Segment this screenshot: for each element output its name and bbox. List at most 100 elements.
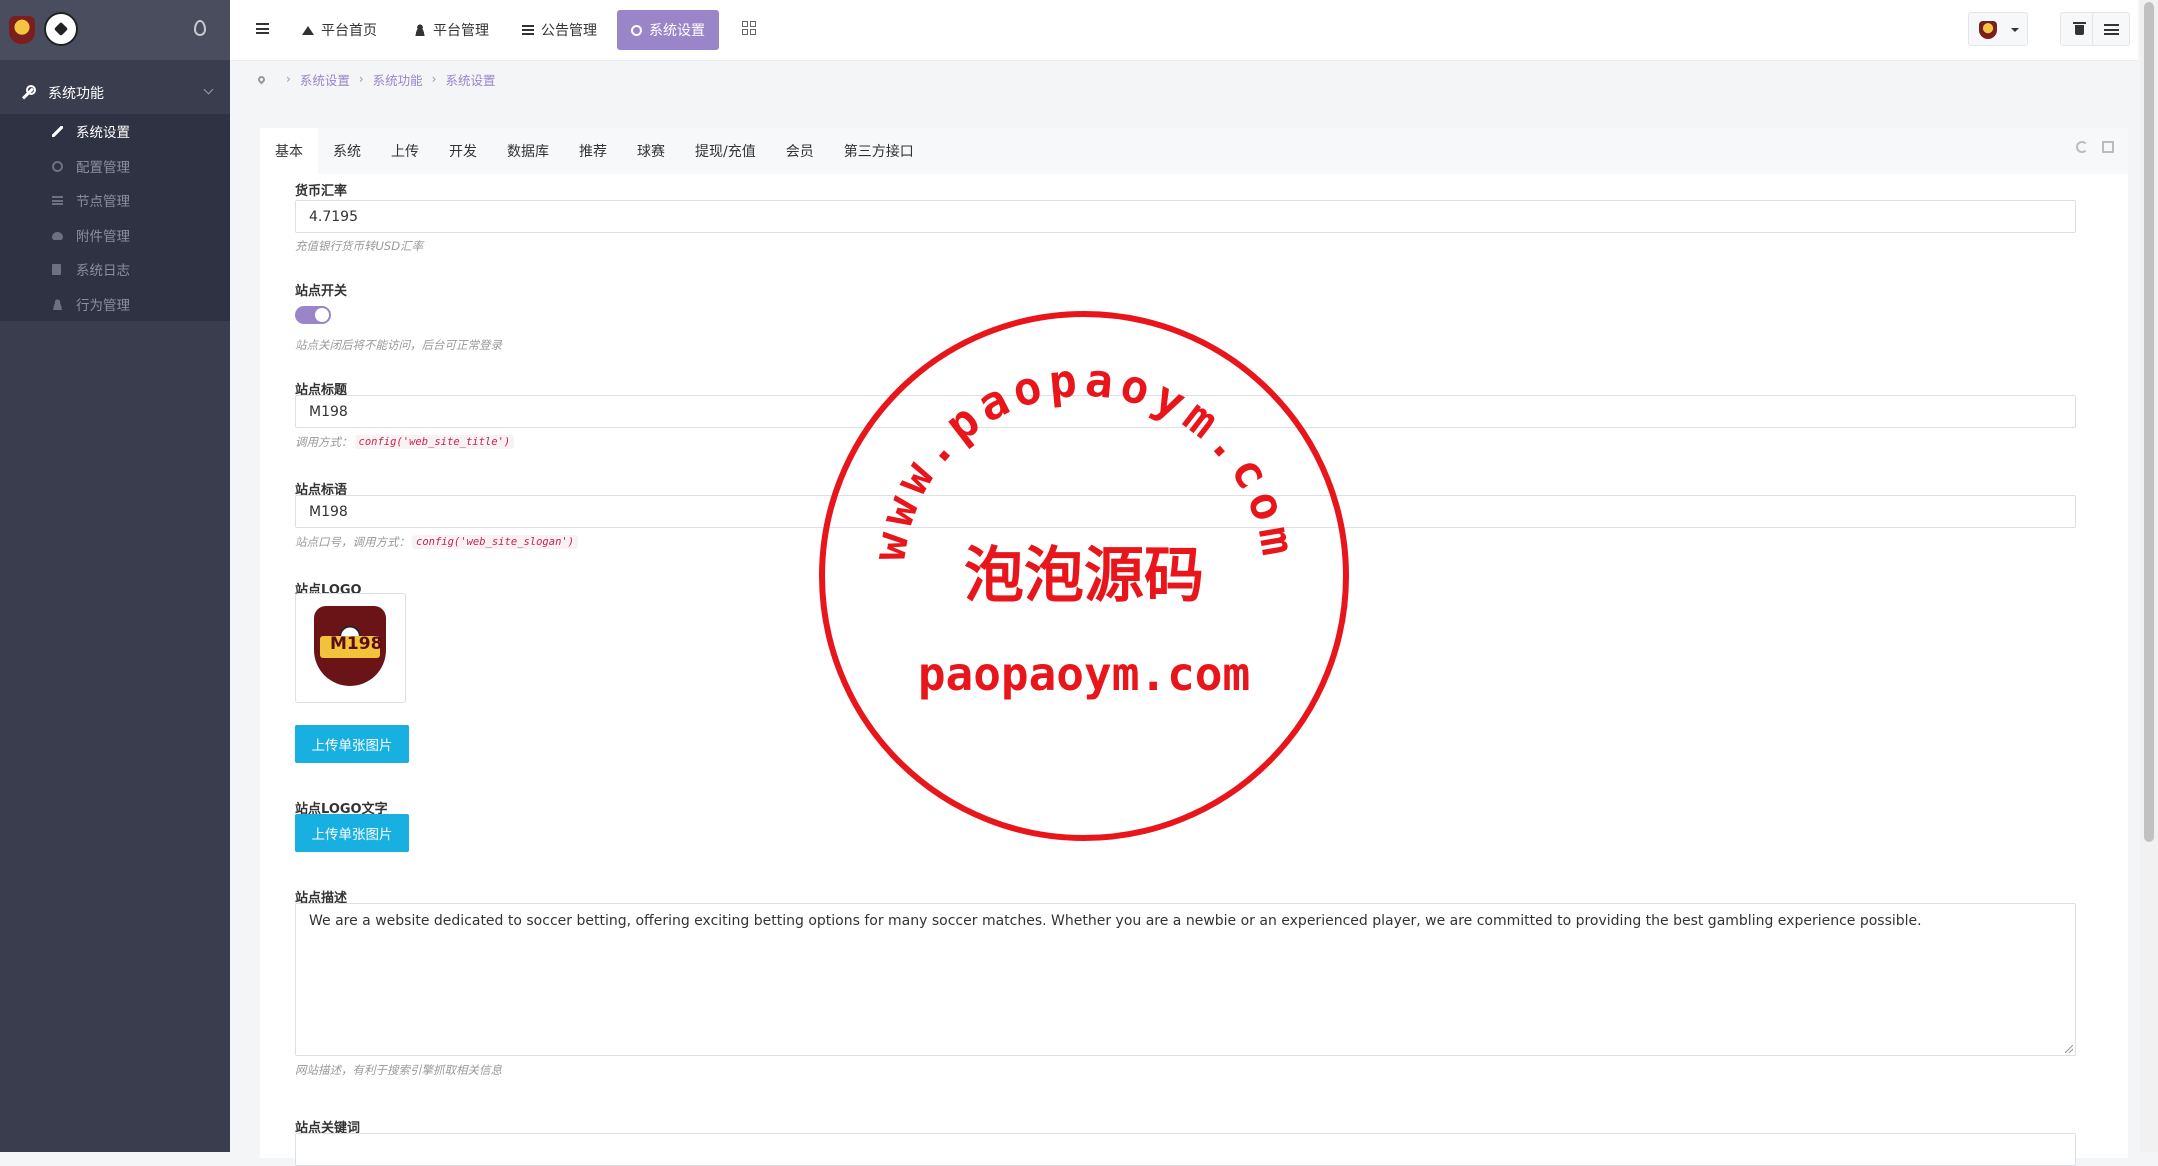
sidebar-item-nodes[interactable]: 节点管理 bbox=[0, 183, 230, 218]
tab-database[interactable]: 数据库 bbox=[492, 128, 564, 174]
user-avatar-dropdown[interactable] bbox=[1968, 12, 2028, 46]
help-code: config('web_site_slogan') bbox=[412, 535, 579, 549]
theme-drop-icon[interactable] bbox=[194, 20, 206, 36]
user-icon bbox=[414, 24, 426, 36]
refresh-icon[interactable] bbox=[2076, 141, 2088, 153]
m198-logo-icon: M198 bbox=[314, 606, 386, 686]
soccer-ball-logo-icon[interactable] bbox=[44, 12, 78, 46]
avatar bbox=[1979, 21, 1997, 39]
logo-preview[interactable]: M198 bbox=[295, 593, 406, 703]
home-icon bbox=[302, 25, 314, 35]
site-slogan-input[interactable]: M198 bbox=[295, 495, 2076, 528]
crest-logo-icon[interactable] bbox=[9, 16, 35, 44]
menu-toggle-icon[interactable] bbox=[256, 23, 269, 34]
sidebar-item-logs[interactable]: 系统日志 bbox=[0, 252, 230, 287]
nav-home[interactable]: 平台首页 bbox=[302, 10, 377, 50]
panel-tools bbox=[2076, 141, 2114, 153]
field-help: 调用方式： config('web_site_title') bbox=[295, 434, 515, 450]
page-scrollbar[interactable] bbox=[2140, 0, 2158, 1152]
site-description-textarea[interactable]: We are a website dedicated to soccer bet… bbox=[295, 903, 2076, 1056]
sidebar-submenu: 系统设置 配置管理 节点管理 附件管理 系统日志 行为管理 bbox=[0, 114, 230, 321]
tab-third-party-api[interactable]: 第三方接口 bbox=[829, 128, 929, 174]
sidebar-item-behavior[interactable]: 行为管理 bbox=[0, 287, 230, 322]
nav-label: 公告管理 bbox=[541, 23, 597, 39]
field-currency-rate: 货币汇率 4.7195 充值银行货币转USD汇率 bbox=[295, 180, 2078, 253]
field-site-logo-text: 站点LOGO文字 上传单张图片 bbox=[295, 798, 2078, 852]
sidebar-item-label: 行为管理 bbox=[76, 297, 130, 314]
sidebar: 系统功能 系统设置 配置管理 节点管理 附件管理 系统日志 行为管理 bbox=[0, 0, 230, 1152]
tab-members[interactable]: 会员 bbox=[771, 128, 829, 174]
sidebar-item-attachments[interactable]: 附件管理 bbox=[0, 218, 230, 253]
gear-icon bbox=[631, 24, 642, 36]
fullscreen-icon[interactable] bbox=[2102, 141, 2114, 153]
breadcrumb: › 系统设置 › 系统功能 › 系统设置 bbox=[256, 70, 495, 89]
site-keywords-input[interactable] bbox=[295, 1133, 2076, 1166]
breadcrumb-separator: › bbox=[431, 72, 437, 86]
tab-develop[interactable]: 开发 bbox=[434, 128, 492, 174]
field-site-logo: 站点LOGO M198 上传单张图片 bbox=[295, 579, 2078, 763]
field-site-switch: 站点开关 站点关闭后将不能访问，后台可正常登录 bbox=[295, 280, 2078, 352]
user-icon bbox=[52, 298, 63, 310]
field-site-description: 站点描述 We are a website dedicated to socce… bbox=[295, 887, 2078, 1077]
currency-rate-input[interactable]: 4.7195 bbox=[295, 200, 2076, 233]
sidebar-group-system[interactable]: 系统功能 bbox=[0, 72, 230, 114]
site-switch-toggle[interactable] bbox=[295, 306, 331, 324]
grid-apps-icon[interactable] bbox=[742, 21, 756, 35]
upload-logo-text-button[interactable]: 上传单张图片 bbox=[295, 814, 409, 852]
help-prefix: 调用方式： bbox=[295, 435, 353, 449]
resize-handle-icon[interactable] bbox=[2065, 1045, 2073, 1053]
field-site-title: 站点标题 M198 调用方式： config('web_site_title') bbox=[295, 379, 2078, 449]
wrench-icon bbox=[20, 85, 36, 100]
top-bar: 平台首页 平台管理 公告管理 系统设置 bbox=[230, 0, 2138, 61]
map-pin-icon bbox=[256, 74, 267, 84]
sidebar-item-label: 配置管理 bbox=[76, 159, 130, 176]
gears-icon bbox=[52, 160, 63, 172]
sidebar-item-label: 节点管理 bbox=[76, 194, 130, 211]
nav-system-settings[interactable]: 系统设置 bbox=[617, 10, 719, 50]
site-title-input[interactable]: M198 bbox=[295, 395, 2076, 428]
book-icon bbox=[52, 264, 61, 275]
field-label: 站点LOGO文字 bbox=[295, 802, 388, 817]
caret-down-icon bbox=[2011, 28, 2019, 32]
wrench-icon bbox=[52, 126, 63, 137]
list-icon bbox=[52, 196, 63, 205]
breadcrumb-separator: › bbox=[358, 72, 364, 86]
breadcrumb-link-system-functions[interactable]: 系统功能 bbox=[373, 70, 423, 89]
tab-basic[interactable]: 基本 bbox=[260, 128, 318, 174]
sidebar-item-system-settings[interactable]: 系统设置 bbox=[0, 114, 230, 149]
breadcrumb-current[interactable]: 系统设置 bbox=[445, 70, 495, 89]
upload-logo-button[interactable]: 上传单张图片 bbox=[295, 725, 409, 763]
field-site-keywords: 站点关键词 bbox=[295, 1117, 2078, 1166]
tab-withdraw-recharge[interactable]: 提现/充值 bbox=[680, 128, 771, 174]
help-prefix: 站点口号，调用方式： bbox=[295, 535, 410, 549]
side-panel-button[interactable] bbox=[2092, 12, 2130, 46]
breadcrumb-separator: › bbox=[286, 72, 291, 86]
settings-tabs: 基本 系统 上传 开发 数据库 推荐 球赛 提现/充值 会员 第三方接口 bbox=[260, 128, 2128, 174]
tab-upload[interactable]: 上传 bbox=[376, 128, 434, 174]
help-code: config('web_site_title') bbox=[354, 435, 515, 449]
nav-label: 平台管理 bbox=[433, 23, 489, 39]
nav-label: 平台首页 bbox=[321, 23, 377, 39]
cloud-icon bbox=[52, 231, 63, 240]
tab-system[interactable]: 系统 bbox=[318, 128, 376, 174]
breadcrumb-link-system-settings[interactable]: 系统设置 bbox=[300, 70, 350, 89]
nav-label: 系统设置 bbox=[649, 23, 705, 39]
sidebar-item-config[interactable]: 配置管理 bbox=[0, 149, 230, 184]
field-site-slogan: 站点标语 M198 站点口号，调用方式： config('web_site_sl… bbox=[295, 479, 2078, 549]
tab-recommend[interactable]: 推荐 bbox=[564, 128, 622, 174]
logo-lettering: M198 bbox=[330, 634, 383, 654]
nav-platform-manage[interactable]: 平台管理 bbox=[414, 10, 489, 50]
field-label: 货币汇率 bbox=[295, 184, 348, 199]
list-icon bbox=[522, 25, 534, 35]
scrollbar-thumb[interactable] bbox=[2144, 2, 2154, 842]
tab-matches[interactable]: 球赛 bbox=[622, 128, 680, 174]
nav-announcements[interactable]: 公告管理 bbox=[522, 10, 597, 50]
field-help: 站点关闭后将不能访问，后台可正常登录 bbox=[295, 338, 502, 352]
textarea-value: We are a website dedicated to soccer bet… bbox=[309, 913, 1922, 929]
field-label: 站点开关 bbox=[295, 284, 348, 299]
sidebar-item-label: 系统日志 bbox=[76, 263, 130, 280]
field-help: 网站描述，有利于搜索引擎抓取相关信息 bbox=[295, 1063, 502, 1077]
field-label: 站点LOGO bbox=[295, 583, 362, 598]
brand-bar bbox=[0, 0, 230, 60]
field-help: 站点口号，调用方式： config('web_site_slogan') bbox=[295, 534, 579, 550]
